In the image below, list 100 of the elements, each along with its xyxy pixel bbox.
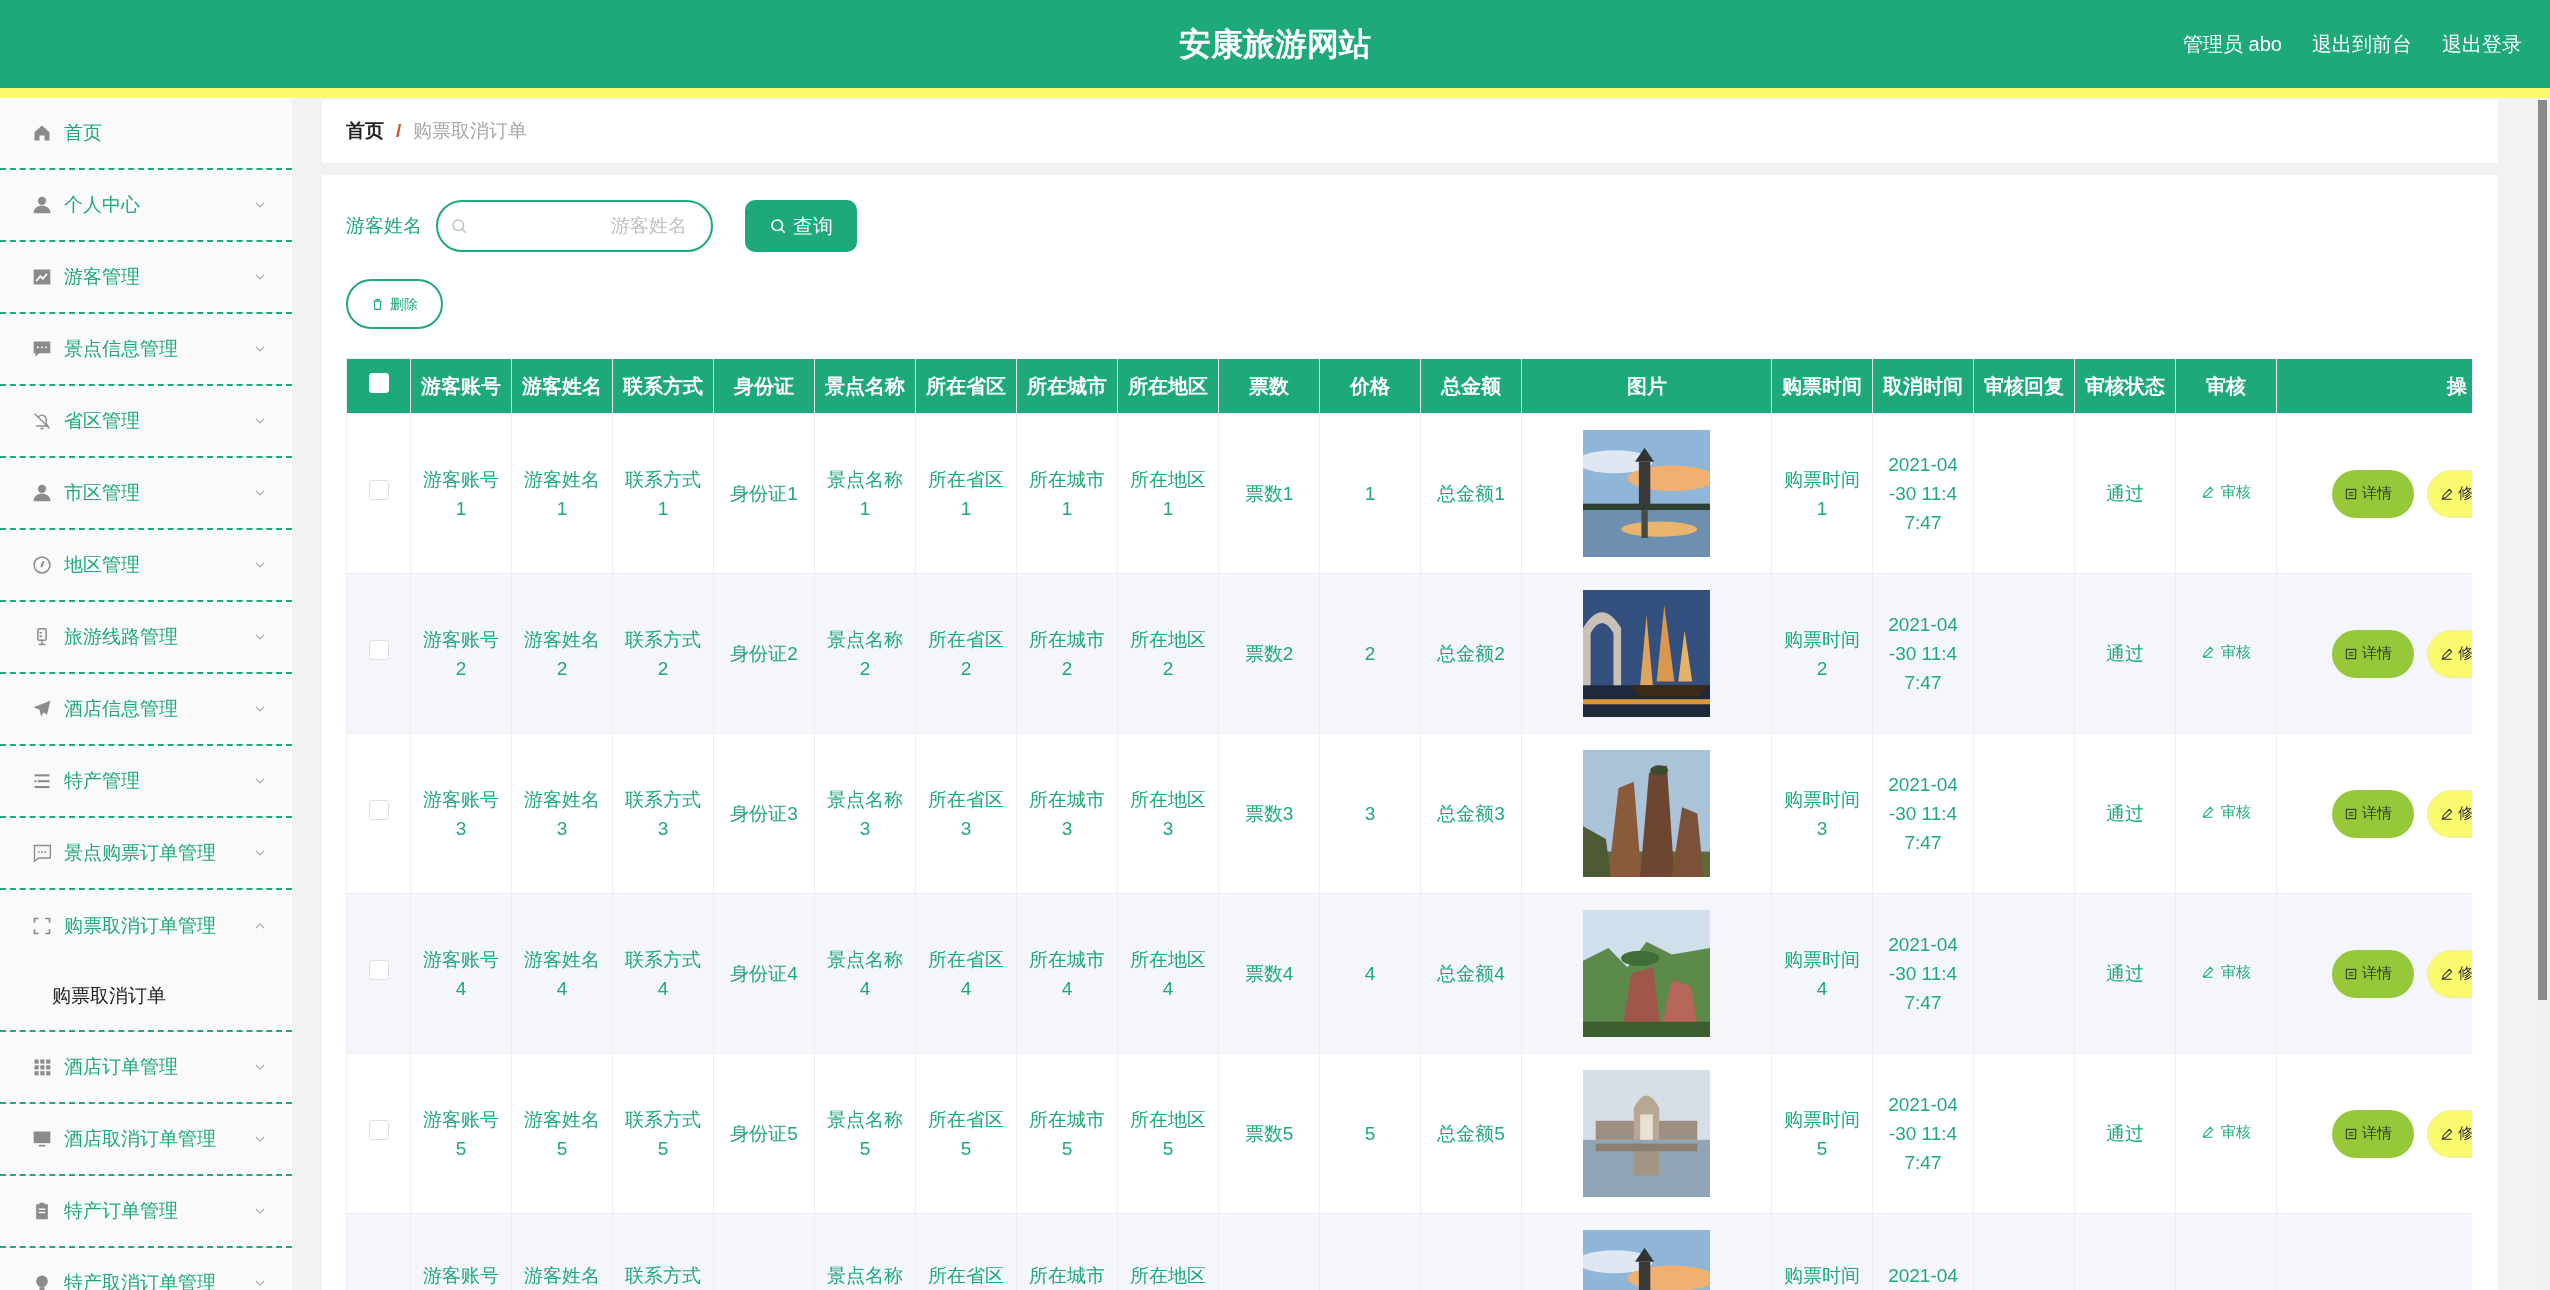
pencil-icon	[2440, 646, 2454, 661]
table-cell: 总金额5	[1420, 1053, 1522, 1214]
delete-button[interactable]: 删除	[346, 279, 443, 329]
table-cell: 所在省区1	[915, 413, 1017, 574]
bell-off-icon	[32, 411, 52, 431]
column-header: 审核状态	[2074, 358, 2176, 414]
sidebar-item[interactable]: 市区管理	[0, 458, 292, 530]
table-cell: 游客账号4	[410, 893, 512, 1054]
detail-button[interactable]: 详情	[2332, 789, 2414, 838]
submenu-item[interactable]: 购票取消订单	[0, 962, 292, 1030]
edit-button[interactable]: 修	[2427, 949, 2472, 998]
edit-button[interactable]: 修	[2427, 789, 2472, 838]
checkbox[interactable]	[368, 480, 389, 500]
checkbox[interactable]	[368, 1120, 389, 1140]
sidebar-item[interactable]: 地区管理	[0, 530, 292, 602]
query-button[interactable]: 查询	[745, 200, 857, 252]
header-link[interactable]: 管理员 abo	[2183, 29, 2282, 59]
column-header: 图片	[1521, 358, 1772, 414]
sidebar-item[interactable]: 个人中心	[0, 170, 292, 242]
sidebar-item[interactable]: 酒店订单管理	[0, 1032, 292, 1104]
menu-label: 首页	[64, 120, 103, 145]
table-cell: 票数3	[1218, 733, 1320, 894]
menu-label: 景点购票订单管理	[64, 840, 217, 865]
table-cell: 购票时间4	[1771, 893, 1873, 1054]
detail-button[interactable]: 详情	[2332, 469, 2414, 518]
search-label: 游客姓名	[346, 213, 422, 238]
sidebar-item[interactable]: 特产订单管理	[0, 1176, 292, 1248]
checkbox[interactable]	[368, 640, 389, 660]
menu-label: 旅游线路管理	[64, 624, 179, 649]
edit-button[interactable]: 修	[2427, 629, 2472, 678]
table-cell: 所在省区5	[915, 1053, 1017, 1214]
table-cell: 5	[1319, 1053, 1421, 1214]
table-cell: 通过	[2074, 733, 2176, 894]
review-link[interactable]: 审核	[2201, 800, 2251, 824]
table-cell: 游客姓名5	[511, 1053, 613, 1214]
table-cell: 游客姓名4	[511, 893, 613, 1054]
menu-label: 酒店订单管理	[64, 1054, 179, 1079]
breadcrumb-link[interactable]: 首页	[346, 117, 384, 146]
menu-label: 特产管理	[64, 768, 141, 793]
review-link[interactable]: 审核	[2201, 1120, 2251, 1144]
table-cell: 2021-04-30 11:47:47	[1872, 893, 1974, 1054]
checkbox[interactable]	[368, 800, 389, 820]
table-cell: 游客账号2	[410, 573, 512, 734]
table-cell: 2021-04-30 11:47:47	[1872, 573, 1974, 734]
detail-button[interactable]: 详情	[2332, 949, 2414, 998]
search-icon	[450, 217, 468, 235]
review-link[interactable]: 审核	[2201, 640, 2251, 664]
sidebar-item[interactable]: 景点购票订单管理	[0, 818, 292, 890]
column-header: 购票时间	[1771, 358, 1873, 414]
table-cell: 2021-04-30 11:47:47	[1872, 413, 1974, 574]
table-cell: 所在城市4	[1016, 893, 1118, 1054]
detail-button[interactable]: 详情	[2332, 1109, 2414, 1158]
menu-label: 特产订单管理	[64, 1198, 179, 1223]
review-link[interactable]: 审核	[2201, 480, 2251, 504]
pencil-icon	[2440, 486, 2454, 501]
search-field[interactable]: 游客姓名	[436, 200, 713, 252]
table-cell: 联系方式2	[612, 573, 714, 734]
table-cell: 总金额1	[1420, 413, 1522, 574]
table-cell: 所在城市3	[1016, 733, 1118, 894]
review-link[interactable]: 审核	[2201, 960, 2251, 984]
table-cell: 身份证2	[713, 573, 815, 734]
sidebar-item[interactable]: 景点信息管理	[0, 314, 292, 386]
menu-label: 省区管理	[64, 408, 141, 433]
table-cell: 景点名称3	[814, 733, 916, 894]
sidebar-item[interactable]: 特产管理	[0, 746, 292, 818]
header-link[interactable]: 退出登录	[2442, 29, 2522, 59]
sidebar-item[interactable]: 酒店取消订单管理	[0, 1104, 292, 1176]
table-cell: 联系方式1	[612, 413, 714, 574]
header-link[interactable]: 退出到前台	[2312, 29, 2412, 59]
table-cell: 所在城市1	[1016, 413, 1118, 574]
table-cell: 通过	[2074, 413, 2176, 574]
user-icon	[32, 483, 52, 503]
pencil-icon	[2440, 1126, 2454, 1141]
sidebar-item[interactable]: 酒店信息管理	[0, 674, 292, 746]
edit-button[interactable]: 修	[2427, 1109, 2472, 1158]
table-cell: 身份证5	[713, 1053, 815, 1214]
scrollbar-thumb[interactable]	[2538, 100, 2547, 1000]
table-cell: 联系方式5	[612, 1053, 714, 1214]
site-title: 安康旅游网站	[1179, 25, 1371, 64]
table-cell: 所在省区2	[915, 573, 1017, 734]
breadcrumb-current: 购票取消订单	[413, 119, 528, 144]
table-cell: 总金额4	[1420, 893, 1522, 1054]
checkbox[interactable]	[368, 960, 389, 980]
edit-button[interactable]: 修	[2427, 469, 2472, 518]
sidebar-item[interactable]: 首页	[0, 98, 292, 170]
sidebar-item[interactable]: 购票取消订单管理	[0, 890, 292, 962]
table-cell: 所在地区2	[1117, 573, 1219, 734]
menu-label: 酒店取消订单管理	[64, 1126, 217, 1151]
table-cell: 游客姓名3	[511, 733, 613, 894]
sidebar-item[interactable]: 省区管理	[0, 386, 292, 458]
document-icon	[2344, 1126, 2358, 1141]
menu-label: 地区管理	[64, 552, 141, 577]
chat-icon	[32, 339, 52, 359]
detail-button[interactable]: 详情	[2332, 629, 2414, 678]
menu-label: 酒店信息管理	[64, 696, 179, 721]
table-cell: 身份证4	[713, 893, 815, 1054]
sidebar-item[interactable]: 游客管理	[0, 242, 292, 314]
send-icon	[32, 699, 52, 719]
sidebar-item[interactable]: 旅游线路管理	[0, 602, 292, 674]
table-cell: 所在地区5	[1117, 1053, 1219, 1214]
